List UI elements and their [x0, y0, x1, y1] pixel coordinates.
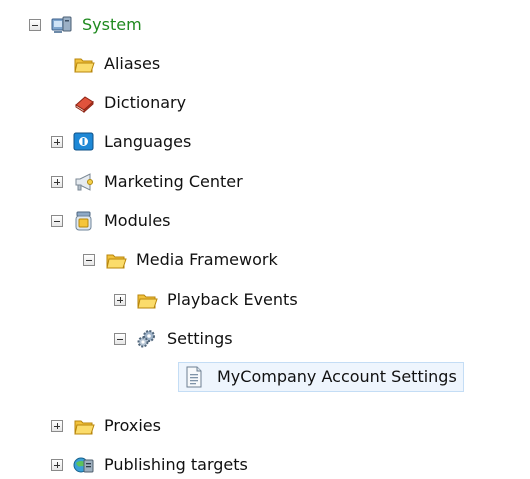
tree-node-aliases[interactable]: Aliases	[73, 49, 163, 79]
publishing-targets-icon	[73, 454, 95, 476]
tree-node-languages[interactable]: Languages	[51, 127, 194, 157]
content-tree: System Aliases Dictionary Languages Mark…	[0, 0, 530, 479]
settings-gears-icon	[136, 328, 158, 350]
tree-node-label: Media Framework	[136, 250, 278, 269]
expand-toggle-icon[interactable]	[114, 294, 126, 306]
tree-node-label: Publishing targets	[104, 455, 248, 474]
tree-node-label: Marketing Center	[104, 172, 243, 191]
tree-node-label: Proxies	[104, 416, 161, 435]
tree-node-label: Settings	[167, 329, 233, 348]
folder-icon	[136, 289, 158, 311]
tree-node-proxies[interactable]: Proxies	[51, 411, 164, 441]
marketing-megaphone-icon	[73, 171, 95, 193]
tree-node-label: Playback Events	[167, 290, 298, 309]
modules-jar-icon	[73, 210, 95, 232]
tree-node-label: Dictionary	[104, 93, 187, 112]
dictionary-book-icon	[73, 92, 95, 114]
collapse-toggle-icon[interactable]	[29, 19, 41, 31]
tree-node-publishing-targets[interactable]: Publishing targets	[51, 450, 251, 479]
tree-node-playback-events[interactable]: Playback Events	[114, 285, 301, 315]
expand-toggle-icon[interactable]	[51, 136, 63, 148]
tree-node-modules[interactable]: Modules	[51, 206, 174, 236]
collapse-toggle-icon[interactable]	[114, 333, 126, 345]
document-icon	[183, 366, 205, 388]
tree-node-label: MyCompany Account Settings	[217, 367, 457, 386]
folder-icon	[105, 249, 127, 271]
tree-node-settings[interactable]: Settings	[114, 324, 236, 354]
collapse-toggle-icon[interactable]	[51, 215, 63, 227]
system-computer-icon	[51, 14, 73, 36]
selected-item-highlight[interactable]: MyCompany Account Settings	[178, 362, 464, 392]
tree-node-label: Modules	[104, 211, 171, 230]
expand-toggle-icon[interactable]	[51, 176, 63, 188]
tree-node-system[interactable]: System	[29, 10, 145, 40]
tree-node-dictionary[interactable]: Dictionary	[73, 88, 189, 118]
expand-toggle-icon[interactable]	[51, 420, 63, 432]
languages-icon	[73, 131, 95, 153]
tree-node-label: System	[82, 15, 142, 34]
tree-node-marketing-center[interactable]: Marketing Center	[51, 167, 246, 197]
folder-icon	[73, 53, 95, 75]
tree-node-media-framework[interactable]: Media Framework	[83, 245, 281, 275]
tree-node-mycompany-account-settings[interactable]: MyCompany Account Settings	[178, 362, 464, 392]
tree-node-label: Aliases	[104, 54, 161, 73]
expand-toggle-icon[interactable]	[51, 459, 63, 471]
collapse-toggle-icon[interactable]	[83, 254, 95, 266]
folder-icon	[73, 415, 95, 437]
tree-node-label: Languages	[104, 132, 192, 151]
